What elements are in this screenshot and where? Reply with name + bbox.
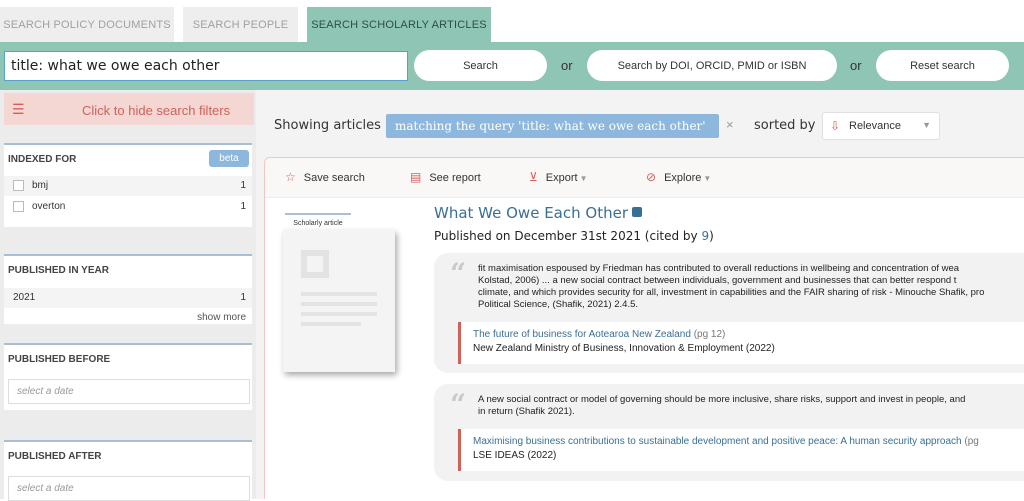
- checkbox[interactable]: [13, 180, 24, 191]
- facet-option-overton[interactable]: overton 1: [4, 197, 252, 217]
- facet-option-count: 1: [240, 201, 246, 212]
- explore-label: Explore: [664, 172, 702, 184]
- results-area: Showing articles matching the query 'tit…: [256, 90, 1024, 499]
- cited-by-link[interactable]: 9: [701, 229, 709, 243]
- explore-button[interactable]: ⊘ Explore ▼: [646, 170, 711, 184]
- facet-option-count: 1: [240, 292, 246, 303]
- article-type-label: Scholarly article: [285, 213, 351, 227]
- tab-search-scholarly-articles[interactable]: SEARCH SCHOLARLY ARTICLES: [307, 7, 491, 42]
- quote-icon: “: [450, 388, 467, 421]
- filters-sidebar: ☰ Click to hide search filters INDEXED F…: [0, 90, 256, 501]
- published-date: Published on December 31st 2021 (cited b…: [434, 229, 702, 243]
- citing-source: LSE IDEAS (2022): [473, 450, 557, 461]
- save-search-button[interactable]: ☆ Save search: [285, 170, 365, 184]
- article-title: What We Owe Each Other: [434, 204, 628, 222]
- citing-document-title: Maximising business contributions to sus…: [473, 436, 962, 447]
- citing-document-link[interactable]: Maximising business contributions to sus…: [473, 436, 979, 447]
- citing-document-link[interactable]: The future of business for Aotearoa New …: [473, 329, 725, 340]
- menu-icon: ☰: [12, 101, 25, 117]
- published-suffix: ): [709, 229, 714, 243]
- query-chip: matching the query 'title: what we owe e…: [386, 114, 719, 138]
- facet-indexed-for: INDEXED FOR beta bmj 1 overton 1: [4, 143, 252, 227]
- facet-option-label: bmj: [32, 180, 49, 191]
- export-button[interactable]: ⊻ Export ▼: [529, 170, 588, 184]
- save-search-label: Save search: [303, 172, 365, 184]
- citation-snippet: “ A new social contract or model of gove…: [434, 384, 1024, 481]
- thumbnail-line: [301, 312, 377, 316]
- reset-search-button[interactable]: Reset search: [876, 50, 1009, 81]
- citing-source: New Zealand Ministry of Business, Innova…: [473, 343, 775, 354]
- sort-value: Relevance: [849, 120, 901, 132]
- facet-published-in-year: PUBLISHED IN YEAR 2021 1 show more: [4, 254, 252, 324]
- external-link-icon[interactable]: [631, 207, 642, 217]
- thumbnail-image-placeholder: [301, 250, 329, 278]
- checkbox[interactable]: [13, 201, 24, 212]
- see-report-button[interactable]: ▤ See report: [410, 170, 481, 184]
- compass-icon: ⊘: [646, 170, 657, 184]
- tab-search-policy-documents[interactable]: SEARCH POLICY DOCUMENTS: [0, 7, 174, 42]
- snippet-line: Kolstad, 2006) ... a new social contract…: [478, 275, 957, 286]
- published-before-date-input[interactable]: select a date: [8, 379, 250, 404]
- sort-select[interactable]: ⇩ Relevance ▼: [822, 112, 940, 140]
- chevron-down-icon: ▼: [922, 120, 931, 130]
- export-label: Export: [545, 172, 578, 184]
- facet-title: PUBLISHED AFTER: [8, 451, 102, 462]
- citing-document-title: The future of business for Aotearoa New …: [473, 329, 691, 340]
- results-summary-bar: Showing articles matching the query 'tit…: [264, 108, 1024, 144]
- beta-badge: beta: [209, 150, 249, 167]
- hide-filters-label: Click to hide search filters: [82, 103, 231, 118]
- citing-page: (pg: [964, 436, 979, 447]
- showing-label: Showing articles: [274, 118, 381, 133]
- search-button[interactable]: Search: [414, 50, 547, 81]
- snippet-line: Political Science, (Shafik, 2021) 2.4.5.: [478, 299, 639, 310]
- citing-document: The future of business for Aotearoa New …: [458, 322, 1024, 364]
- published-info: Published on December 31st 2021 (cited b…: [434, 229, 714, 243]
- facet-option-count: 1: [240, 180, 246, 191]
- result-card: ☆ Save search ▤ See report ⊻ Export ▼ ⊘ Explo…: [264, 157, 1024, 499]
- remove-query-icon[interactable]: ×: [726, 117, 734, 132]
- report-icon: ▤: [410, 170, 422, 184]
- sorted-by-label: sorted by: [754, 118, 816, 133]
- show-more-link[interactable]: show more: [197, 312, 246, 323]
- star-icon: ☆: [285, 170, 296, 184]
- snippet-line: fit maximisation espoused by Friedman ha…: [478, 263, 960, 274]
- see-report-label: See report: [429, 172, 481, 184]
- tab-search-people[interactable]: SEARCH PEOPLE: [183, 7, 298, 42]
- facet-option-label: overton: [32, 201, 66, 212]
- facet-option-bmj[interactable]: bmj 1: [4, 176, 252, 196]
- citing-page: (pg 12): [693, 329, 726, 340]
- sort-icon: ⇩: [830, 119, 841, 133]
- published-after-date-input[interactable]: select a date: [8, 476, 250, 501]
- download-icon: ⊻: [529, 170, 538, 184]
- search-bar: title: what we owe each other Search or …: [0, 42, 1024, 90]
- facet-title: INDEXED FOR: [8, 154, 77, 165]
- tab-bar: SEARCH POLICY DOCUMENTS SEARCH PEOPLE SE…: [0, 0, 1024, 42]
- snippet-line: climate, and which provides security for…: [478, 287, 985, 298]
- thumbnail-line: [301, 322, 361, 326]
- snippet-line: in return (Shafik 2021).: [478, 406, 575, 417]
- snippet-line: A new social contract or model of govern…: [478, 394, 966, 405]
- hide-filters-button[interactable]: ☰ Click to hide search filters: [4, 93, 254, 125]
- chevron-down-icon: ▼: [579, 174, 588, 183]
- thumbnail-line: [301, 292, 377, 296]
- article-thumbnail[interactable]: [283, 230, 395, 372]
- facet-published-before: PUBLISHED BEFORE select a date: [4, 343, 252, 410]
- chevron-down-icon: ▼: [703, 174, 712, 183]
- search-by-doi-button[interactable]: Search by DOI, ORCID, PMID or ISBN: [587, 50, 837, 81]
- article-title-link[interactable]: What We Owe Each Other: [434, 204, 642, 222]
- or-separator: or: [850, 58, 862, 73]
- quote-icon: “: [450, 257, 467, 290]
- results-toolbar: ☆ Save search ▤ See report ⊻ Export ▼ ⊘ Explo…: [265, 158, 1024, 198]
- facet-title: PUBLISHED BEFORE: [8, 354, 111, 365]
- search-input[interactable]: title: what we owe each other: [4, 51, 408, 81]
- citation-snippet: “ fit maximisation espoused by Friedman …: [434, 253, 1024, 373]
- facet-option-2021[interactable]: 2021 1: [4, 288, 252, 308]
- facet-published-after: PUBLISHED AFTER select a date: [4, 440, 252, 501]
- facet-option-label: 2021: [13, 292, 36, 303]
- facet-title: PUBLISHED IN YEAR: [8, 265, 109, 276]
- thumbnail-line: [301, 302, 377, 306]
- citing-document: Maximising business contributions to sus…: [458, 429, 1024, 471]
- or-separator: or: [561, 58, 573, 73]
